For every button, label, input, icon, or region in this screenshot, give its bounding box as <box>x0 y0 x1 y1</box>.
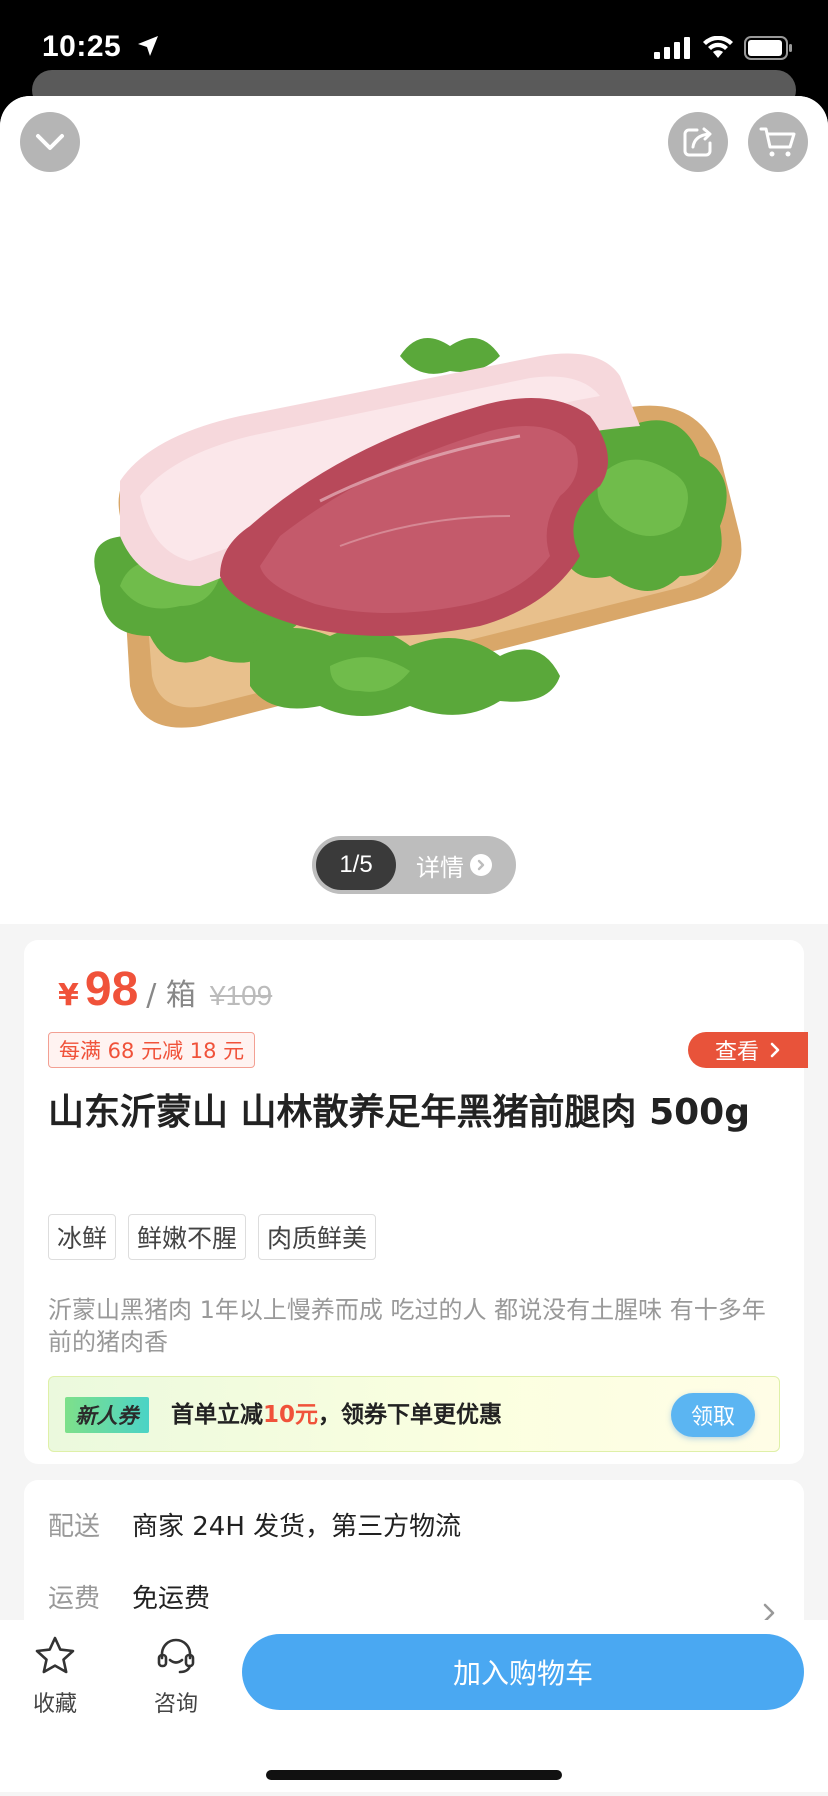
product-image <box>94 338 742 728</box>
view-promotion-button[interactable]: 查看 <box>688 1032 808 1068</box>
gallery-pager[interactable]: 1/5 详情 <box>312 836 516 894</box>
product-tag: 肉质鲜美 <box>258 1214 377 1260</box>
price-value: 98 <box>84 963 139 1016</box>
product-info-card: ¥ 98 / 箱 ¥109 每满 68 元减 18 元 查看 山东沂蒙山 山林散… <box>24 940 808 1464</box>
coupon-text-prefix: 首单立减 <box>171 1402 263 1428</box>
claim-coupon-button[interactable]: 领取 <box>671 1393 755 1437</box>
status-time: 10:25 <box>42 30 122 63</box>
chevron-right-icon <box>470 854 492 876</box>
customer-service-icon <box>157 1638 195 1674</box>
promotion-tag: 每满 68 元减 18 元 <box>48 1032 256 1068</box>
original-price: ¥109 <box>209 980 273 1011</box>
favorite-label: 收藏 <box>32 1692 77 1717</box>
price-currency: ¥ <box>58 978 79 1013</box>
delivery-value: 商家 24H 发货，第三方物流 <box>132 1512 462 1542</box>
price-row: ¥ 98 / 箱 ¥109 <box>58 962 272 1017</box>
product-tag: 鲜嫩不腥 <box>128 1214 247 1260</box>
product-description: 沂蒙山黑猪肉 1年以上慢养而成 吃过的人 都说没有土腥味 有十多年前的猪肉香 <box>48 1296 766 1356</box>
gallery-detail-label: 详情 <box>416 853 464 882</box>
wifi-icon <box>703 36 733 58</box>
shipping-fee-row[interactable]: 运费 免运费 <box>48 1578 210 1615</box>
shipping-fee-value: 免运费 <box>132 1584 211 1614</box>
coupon-text: 首单立减10元，领券下单更优惠 <box>171 1397 502 1433</box>
status-indicators <box>654 36 794 60</box>
product-tags: 冰鲜 鲜嫩不腥 肉质鲜美 <box>48 1214 377 1260</box>
star-icon <box>35 1636 75 1674</box>
cart-button[interactable] <box>748 112 808 172</box>
product-sheet: 1/5 详情 ¥ 98 / 箱 ¥109 每满 68 元减 18 元 查看 山东… <box>0 96 828 1796</box>
product-tag: 冰鲜 <box>48 1214 117 1260</box>
product-title: 山东沂蒙山 山林散养足年黑猪前腿肉 500g <box>48 1092 750 1133</box>
chevron-down-icon <box>36 134 64 150</box>
share-button[interactable] <box>668 112 728 172</box>
gallery-detail-link[interactable]: 详情 <box>416 848 492 883</box>
consult-label: 咨询 <box>153 1692 198 1717</box>
signal-icon <box>654 37 690 59</box>
product-gallery[interactable]: 1/5 详情 <box>0 96 828 924</box>
delivery-label: 配送 <box>48 1512 101 1542</box>
battery-icon <box>744 36 792 60</box>
home-indicator[interactable] <box>266 1770 562 1780</box>
favorite-tab[interactable]: 收藏 <box>15 1634 95 1718</box>
delivery-row: 配送 商家 24H 发货，第三方物流 <box>48 1506 461 1543</box>
gallery-index: 1/5 <box>316 840 396 890</box>
share-icon <box>683 127 712 157</box>
shipping-fee-label: 运费 <box>48 1584 101 1614</box>
price-unit: / 箱 <box>146 978 196 1013</box>
chevron-right-icon <box>770 1042 780 1058</box>
add-to-cart-button[interactable]: 加入购物车 <box>242 1634 804 1710</box>
view-promotion-label: 查看 <box>714 1040 759 1065</box>
coupon-badge: 新人券 <box>65 1397 149 1433</box>
shopping-cart-icon <box>759 127 796 157</box>
coupon-text-suffix: ，领券下单更优惠 <box>318 1402 503 1428</box>
location-arrow-icon <box>138 36 158 56</box>
consult-tab[interactable]: 咨询 <box>136 1634 216 1718</box>
new-user-coupon: 新人券 首单立减10元，领券下单更优惠 领取 <box>48 1376 780 1452</box>
coupon-amount: 10元 <box>263 1402 319 1428</box>
collapse-button[interactable] <box>20 112 80 172</box>
bottom-action-bar: 收藏 咨询 加入购物车 <box>0 1620 828 1792</box>
